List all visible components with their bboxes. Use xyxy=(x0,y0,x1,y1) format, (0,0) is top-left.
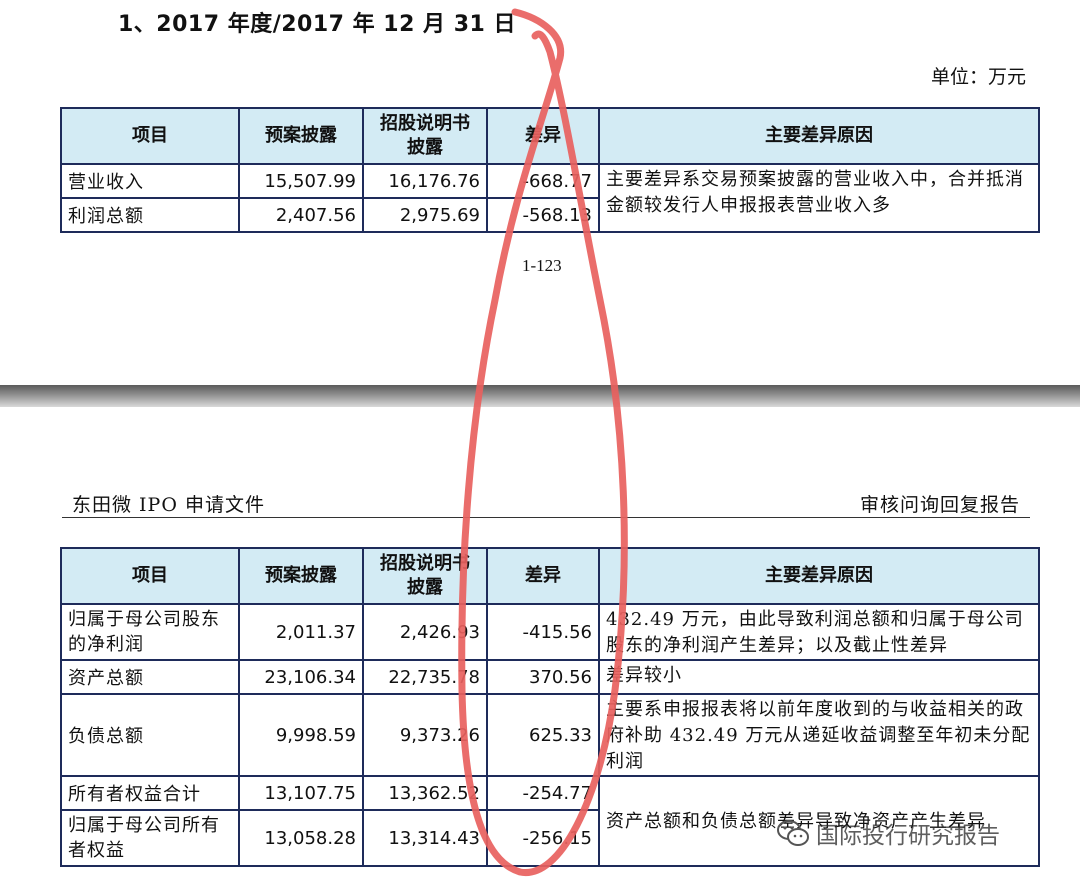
row-item: 所有者权益合计 xyxy=(60,775,240,811)
row-diff: 370.56 xyxy=(486,659,600,695)
watermark-text: 国际投行研究报告 xyxy=(816,823,1000,849)
row-proposal: 23,106.34 xyxy=(238,659,364,695)
section-title: 1、2017 年度/2017 年 12 月 31 日 xyxy=(118,12,516,37)
watermark: 国际投行研究报告 xyxy=(776,816,1000,850)
row-prospectus: 9,373.26 xyxy=(362,693,488,777)
unit-label: 单位：万元 xyxy=(930,66,1026,88)
row-item: 资产总额 xyxy=(60,659,240,695)
row-diff: -668.77 xyxy=(486,163,600,199)
comparison-table-2017: 项目 预案披露 招股说明书 披露 差异 主要差异原因 营业收入 15,507.99… xyxy=(60,107,1040,233)
row-prospectus: 2,975.69 xyxy=(362,197,488,233)
header-reason: 主要差异原因 xyxy=(598,547,1040,605)
row-item: 利润总额 xyxy=(60,197,240,233)
row-diff: -256.15 xyxy=(486,809,600,867)
row-reason: 主要系申报报表将以前年度收到的与收益相关的政府补助 432.49 万元从递延收益… xyxy=(598,693,1040,777)
row-prospectus: 22,735.78 xyxy=(362,659,488,695)
document-header-right: 审核问询回复报告 xyxy=(859,494,1020,516)
row-item: 归属于母公司股东的净利润 xyxy=(60,603,240,661)
row-proposal: 9,998.59 xyxy=(238,693,364,777)
row-item: 归属于母公司所有者权益 xyxy=(60,809,240,867)
row-prospectus: 2,426.93 xyxy=(362,603,488,661)
row-prospectus: 13,314.43 xyxy=(362,809,488,867)
table-row: 负债总额 9,998.59 9,373.26 625.33 主要系申报报表将以前… xyxy=(60,693,1040,777)
row-prospectus: 13,362.52 xyxy=(362,775,488,811)
row-item: 负债总额 xyxy=(60,693,240,777)
header-item: 项目 xyxy=(60,547,240,605)
header-divider xyxy=(62,517,1030,518)
header-diff: 差异 xyxy=(486,107,600,165)
row-proposal: 13,107.75 xyxy=(238,775,364,811)
header-proposal: 预案披露 xyxy=(238,547,364,605)
page-separator xyxy=(0,385,1080,407)
header-prospectus: 招股说明书 披露 xyxy=(362,107,488,165)
table-row: 营业收入 15,507.99 16,176.76 -668.77 主要差异系交易… xyxy=(60,163,1040,233)
header-proposal: 预案披露 xyxy=(238,107,364,165)
table-row: 资产总额 23,106.34 22,735.78 370.56 差异较小 xyxy=(60,659,1040,695)
row-diff: -254.77 xyxy=(486,775,600,811)
document-page-top: 1、2017 年度/2017 年 12 月 31 日 单位：万元 项目 预案披露… xyxy=(0,0,1080,385)
row-item: 营业收入 xyxy=(60,163,240,199)
document-header-left: 东田微 IPO 申请文件 xyxy=(72,494,265,516)
header-diff: 差异 xyxy=(486,547,600,605)
header-reason: 主要差异原因 xyxy=(598,107,1040,165)
row-proposal: 15,507.99 xyxy=(238,163,364,199)
table-row: 归属于母公司股东的净利润 2,011.37 2,426.93 -415.56 4… xyxy=(60,603,1040,661)
row-reason: 主要差异系交易预案披露的营业收入中，合并抵消金额较发行人申报报表营业收入多 xyxy=(598,163,1040,233)
row-diff: -415.56 xyxy=(486,603,600,661)
wechat-icon xyxy=(777,820,809,846)
row-proposal: 2,011.37 xyxy=(238,603,364,661)
row-proposal: 2,407.56 xyxy=(238,197,364,233)
row-reason: 432.49 万元，由此导致利润总额和归属于母公司股东的净利润产生差异；以及截止… xyxy=(598,603,1040,661)
table-row: 所有者权益合计 13,107.75 13,362.52 -254.77 资产总额… xyxy=(60,775,1040,867)
page-number: 1-123 xyxy=(522,256,562,275)
row-proposal: 13,058.28 xyxy=(238,809,364,867)
row-diff: 625.33 xyxy=(486,693,600,777)
table-header-row: 项目 预案披露 招股说明书 披露 差异 主要差异原因 xyxy=(60,547,1040,605)
row-diff: -568.13 xyxy=(486,197,600,233)
row-prospectus: 16,176.76 xyxy=(362,163,488,199)
header-prospectus: 招股说明书 披露 xyxy=(362,547,488,605)
row-reason: 差异较小 xyxy=(598,659,1040,695)
table-header-row: 项目 预案披露 招股说明书 披露 差异 主要差异原因 xyxy=(60,107,1040,165)
header-item: 项目 xyxy=(60,107,240,165)
